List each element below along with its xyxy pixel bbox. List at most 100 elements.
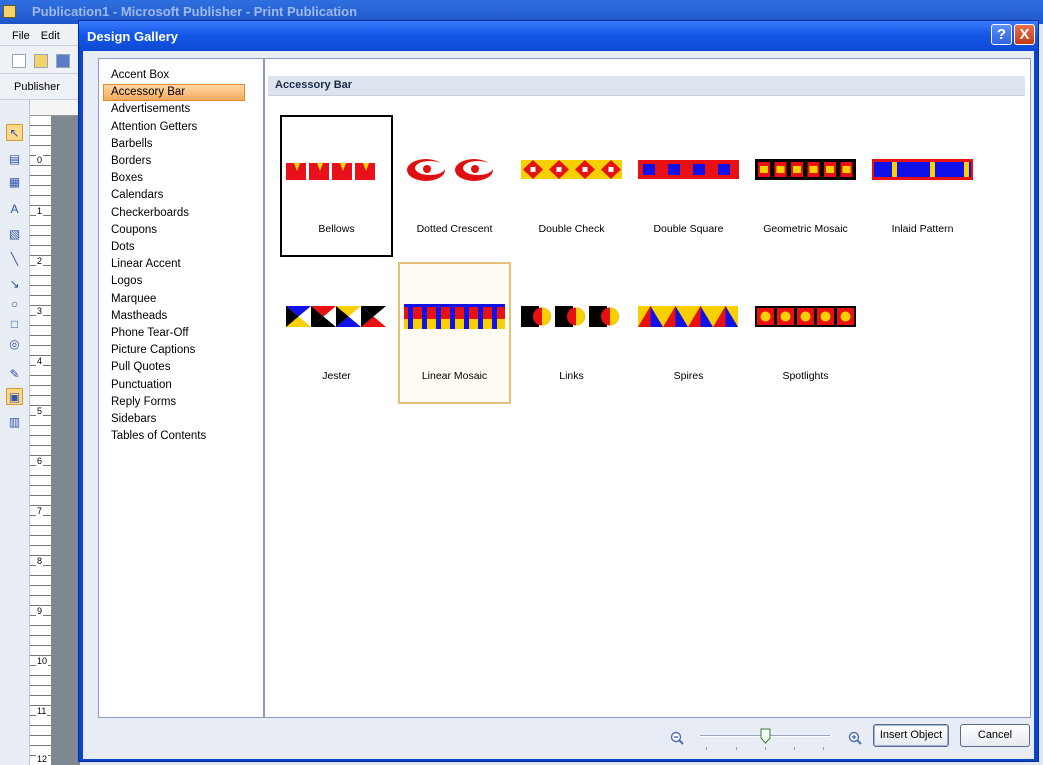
category-item[interactable]: Boxes <box>103 170 245 187</box>
pattern-shape <box>776 166 785 173</box>
pattern-shape <box>760 311 771 322</box>
gallery-item-preview <box>521 160 622 179</box>
app-task-toolbar: Publisher <box>0 74 80 100</box>
pattern-shape <box>582 167 588 172</box>
gallery-item[interactable]: Inlaid Pattern <box>866 115 979 257</box>
category-item[interactable]: Tables of Contents <box>103 428 245 445</box>
save-icon[interactable] <box>56 54 70 68</box>
gallery-item[interactable]: Linear Mosaic <box>398 262 511 404</box>
ruler-number: 3 <box>36 306 44 316</box>
category-item[interactable]: Picture Captions <box>103 342 245 359</box>
gallery-item-label: Inlaid Pattern <box>891 223 954 235</box>
pattern-shape <box>492 304 497 329</box>
autoshapes-tool-icon[interactable]: ◎ <box>6 335 23 352</box>
category-item[interactable]: Phone Tear-Off <box>103 325 245 342</box>
gallery-item[interactable]: Links <box>515 262 628 404</box>
horizontal-ruler <box>30 100 80 116</box>
gallery-item[interactable]: Spotlights <box>749 262 862 404</box>
pattern-shape <box>892 162 897 177</box>
pattern-shape <box>809 166 818 173</box>
category-item[interactable]: Checkerboards <box>103 205 245 222</box>
gallery-item-preview <box>404 304 505 329</box>
objects-toolbar: ↖ ▤ ▦ A ▧ ╲ ↘ ○ □ ◎ ✎ ▣ ▥ <box>0 100 30 765</box>
category-item[interactable]: Advertisements <box>103 101 245 118</box>
arrow-tool-icon[interactable]: ↘ <box>6 275 23 292</box>
category-item[interactable]: Marquee <box>103 291 245 308</box>
category-list[interactable]: Accent Box Accessory Bar Advertisements Att… <box>98 58 264 718</box>
gallery-item[interactable]: Bellows <box>280 115 393 257</box>
ruler-number: 10 <box>36 656 49 666</box>
gallery-item[interactable]: Double Check <box>515 115 628 257</box>
open-folder-icon[interactable] <box>34 54 48 68</box>
help-button[interactable]: ? <box>991 24 1012 45</box>
publisher-tasks-label[interactable]: Publisher <box>14 81 60 93</box>
picture-tool-icon[interactable]: ▧ <box>6 225 23 242</box>
line-tool-icon[interactable]: ╲ <box>6 250 23 267</box>
ruler-number: 11 <box>36 706 48 716</box>
gallery-item[interactable]: Double Square <box>632 115 745 257</box>
pattern-shape <box>760 166 768 173</box>
ruler-number: 9 <box>36 606 44 616</box>
select-tool-icon[interactable]: ↖ <box>6 124 23 141</box>
vertical-ruler: 0 1 2 3 4 5 6 7 8 9 10 11 12 <box>30 116 52 765</box>
gallery-item[interactable]: Spires <box>632 262 745 404</box>
pattern-shape <box>352 163 354 180</box>
menu-file[interactable]: File <box>12 30 30 42</box>
zoom-slider[interactable] <box>700 727 830 753</box>
category-item[interactable]: Borders <box>103 153 245 170</box>
table-tool-icon[interactable]: ▦ <box>6 173 23 190</box>
category-item[interactable]: Linear Accent <box>103 256 245 273</box>
gallery-item-label: Bellows <box>318 223 355 235</box>
category-item[interactable]: Punctuation <box>103 377 245 394</box>
pattern-shape <box>556 167 562 172</box>
category-item[interactable]: Accent Box <box>103 67 245 84</box>
pattern-shape <box>478 304 483 329</box>
pattern-shape <box>542 307 551 326</box>
ruler-number: 0 <box>36 155 44 165</box>
cancel-button[interactable]: Cancel <box>960 724 1030 747</box>
ruler-number: 1 <box>36 206 44 216</box>
category-item[interactable]: Dots <box>103 239 245 256</box>
pattern-shape <box>306 163 308 180</box>
zoom-in-icon[interactable] <box>848 731 862 745</box>
gallery-item[interactable]: Geometric Mosaic <box>749 115 862 257</box>
pattern-shape <box>464 304 469 329</box>
wordart-tool-icon[interactable]: A <box>6 200 23 217</box>
design-gallery-tool-icon[interactable]: ▣ <box>6 388 23 405</box>
text-box-tool-icon[interactable]: ▤ <box>6 150 23 167</box>
gallery-item[interactable]: Jester <box>280 262 393 404</box>
gallery-item-preview <box>872 159 973 180</box>
zoom-out-icon[interactable] <box>670 731 684 745</box>
ruler-number: 4 <box>36 356 44 366</box>
zoom-slider-thumb[interactable] <box>760 728 771 744</box>
hotspot-tool-icon[interactable]: ✎ <box>6 365 23 382</box>
ruler-number: 5 <box>36 406 44 416</box>
dialog-title-bar[interactable]: Design Gallery ? X <box>79 21 1038 51</box>
close-button[interactable]: X <box>1014 24 1035 45</box>
ruler-number: 2 <box>36 256 44 266</box>
pattern-shape <box>718 164 730 175</box>
pattern-shape <box>964 162 969 177</box>
oval-tool-icon[interactable]: ○ <box>6 295 23 312</box>
publication-canvas[interactable] <box>52 116 80 765</box>
category-item[interactable]: Calendars <box>103 187 245 204</box>
pattern-shape <box>608 167 614 172</box>
category-item[interactable]: Sidebars <box>103 411 245 428</box>
category-item[interactable]: Pull Quotes <box>103 359 245 376</box>
category-item[interactable]: Reply Forms <box>103 394 245 411</box>
rectangle-tool-icon[interactable]: □ <box>6 315 23 332</box>
zoom-tick <box>706 747 707 750</box>
insert-object-button[interactable]: Insert Object <box>873 724 949 747</box>
category-item[interactable]: Accessory Bar <box>103 84 245 102</box>
clip-organizer-icon[interactable]: ▥ <box>6 413 23 430</box>
gallery-item[interactable]: Dotted Crescent <box>398 115 511 257</box>
category-item[interactable]: Logos <box>103 273 245 290</box>
gallery-item-preview <box>755 159 856 180</box>
category-item[interactable]: Attention Getters <box>103 119 245 136</box>
menu-edit[interactable]: Edit <box>41 30 60 42</box>
category-item[interactable]: Mastheads <box>103 308 245 325</box>
gallery-item-label: Spires <box>673 370 704 382</box>
category-item[interactable]: Coupons <box>103 222 245 239</box>
category-item[interactable]: Barbells <box>103 136 245 153</box>
new-document-icon[interactable] <box>12 54 26 68</box>
